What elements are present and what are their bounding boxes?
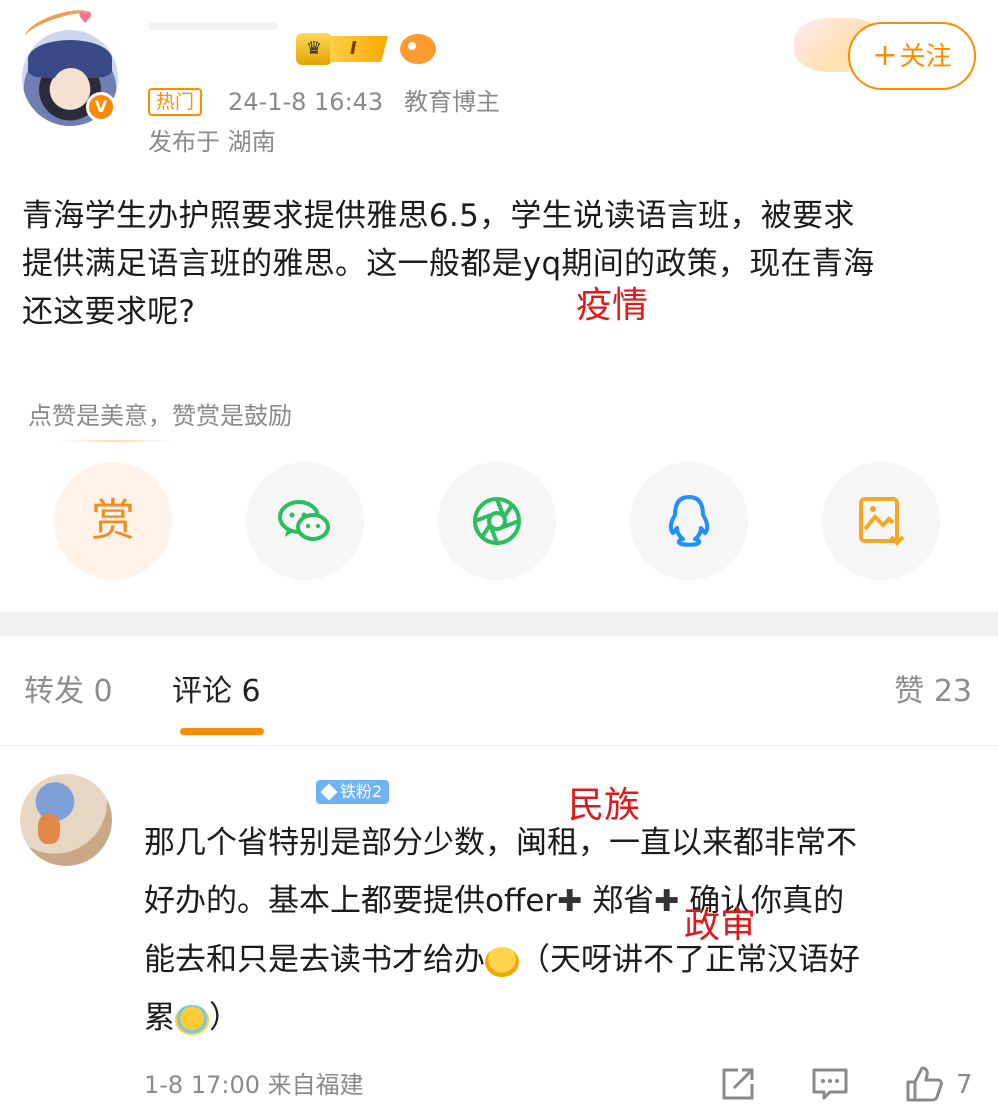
reward-hint: 点赞是美意，赞赏是鼓励 (28, 402, 292, 430)
reward-button[interactable]: 赏 (54, 462, 172, 580)
hot-tag: 热门 (148, 88, 203, 116)
post-time: 24-1-8 16:43 (228, 88, 384, 116)
post-location: 发布于 湖南 (148, 128, 276, 156)
save-image-icon (859, 497, 905, 546)
share-wechat-button[interactable] (246, 462, 364, 580)
moments-icon (473, 497, 521, 545)
fan-badge[interactable]: 铁粉2 (316, 780, 390, 804)
annotation-ethnic: 民族 (568, 785, 641, 826)
crown-badge-icon[interactable]: ♛ (296, 33, 332, 65)
comment-text: 那几个省特别是部分少数，闽租，一直以来都非常不 好办的。基本上都要提供offer… (144, 814, 974, 1047)
annotation-political-review: 政审 (684, 905, 757, 946)
like-comment-button[interactable] (904, 1064, 944, 1104)
comment-text-segment: 能去和只是去读书才给办 (144, 942, 485, 978)
plus-icon: ✚ (654, 884, 680, 919)
tab-likes[interactable]: 赞 23 (894, 672, 972, 712)
tab-repost[interactable]: 转发 0 (24, 672, 113, 712)
heart-icon: ♥ (78, 8, 93, 27)
verified-icon: V (86, 92, 116, 122)
post-text: 青海学生办护照要求提供雅思6.5，学生说读语言班，被要求 提供满足语言班的雅思。… (22, 192, 972, 336)
crying-face-emoji-icon (175, 1004, 209, 1035)
active-tab-indicator (180, 728, 264, 735)
comment-text-line: 那几个省特别是部分少数，闽租，一直以来都非常不 (144, 825, 857, 861)
wechat-icon (278, 500, 330, 541)
comment-like-count: 7 (956, 1070, 973, 1100)
share-qq-button[interactable] (630, 462, 748, 580)
tab-bar: 转发 0 评论 6 赞 23 (0, 636, 998, 746)
melting-face-emoji-icon (485, 946, 519, 977)
comment-text-segment: 累 (144, 1000, 175, 1036)
plus-icon: + (872, 38, 898, 73)
comment-icon (812, 1068, 848, 1100)
comment-text-line: 好办的。基本上都要提供offer✚ 郑省✚ 确认你真的 (144, 872, 974, 931)
plus-icon: ✚ (557, 884, 583, 919)
save-image-button[interactable] (822, 462, 940, 580)
post-text-line: 还这要求呢? (22, 294, 196, 330)
follow-button[interactable]: +关注 (848, 22, 976, 90)
comment-text-segment: 好办的。基本上都要提供offer (144, 883, 558, 919)
share-icon (722, 1068, 754, 1100)
post-text-line: 青海学生办护照要求提供雅思6.5，学生说读语言班，被要求 (22, 198, 855, 234)
qq-icon (668, 495, 710, 547)
comment-text-line: 能去和只是去读书才给办 （天呀讲不了正常汉语好 (144, 931, 974, 989)
commenter-avatar[interactable] (20, 774, 112, 866)
reply-comment-button[interactable] (810, 1064, 850, 1104)
comment-text-line: 累） (144, 989, 974, 1047)
reward-hint-divider (56, 440, 176, 442)
follow-label: 关注 (899, 42, 952, 72)
avatar-face (52, 68, 90, 108)
share-comment-button[interactable] (718, 1064, 758, 1104)
section-divider (0, 612, 998, 636)
level-badge[interactable]: I (330, 36, 388, 62)
author-name-redacted[interactable] (148, 22, 278, 30)
comment-text-segment: 郑省 (582, 883, 655, 919)
post-header: ♥ V ♛ I 热门 24-1-8 16:43 教育博主 发布于 湖南 +关注 (0, 0, 998, 170)
share-moments-button[interactable] (438, 462, 556, 580)
thumbs-up-icon (906, 1066, 943, 1102)
fish-badge-icon[interactable] (400, 34, 436, 64)
comment-text-segment: ） (209, 1000, 240, 1036)
comment-text-segment: （天呀讲不了正常汉语好 (519, 942, 860, 978)
comment-item: 铁粉2 那几个省特别是部分少数，闽租，一直以来都非常不 好办的。基本上都要提供o… (0, 746, 998, 1117)
comment-meta: 1-8 17:00 来自福建 (144, 1071, 364, 1099)
tab-comments[interactable]: 评论 6 (172, 672, 261, 712)
post-text-line: 提供满足语言班的雅思。这一般都是yq期间的政策，现在青海 (22, 246, 875, 282)
author-role: 教育博主 (404, 88, 500, 116)
annotation-epidemic: 疫情 (576, 285, 649, 326)
